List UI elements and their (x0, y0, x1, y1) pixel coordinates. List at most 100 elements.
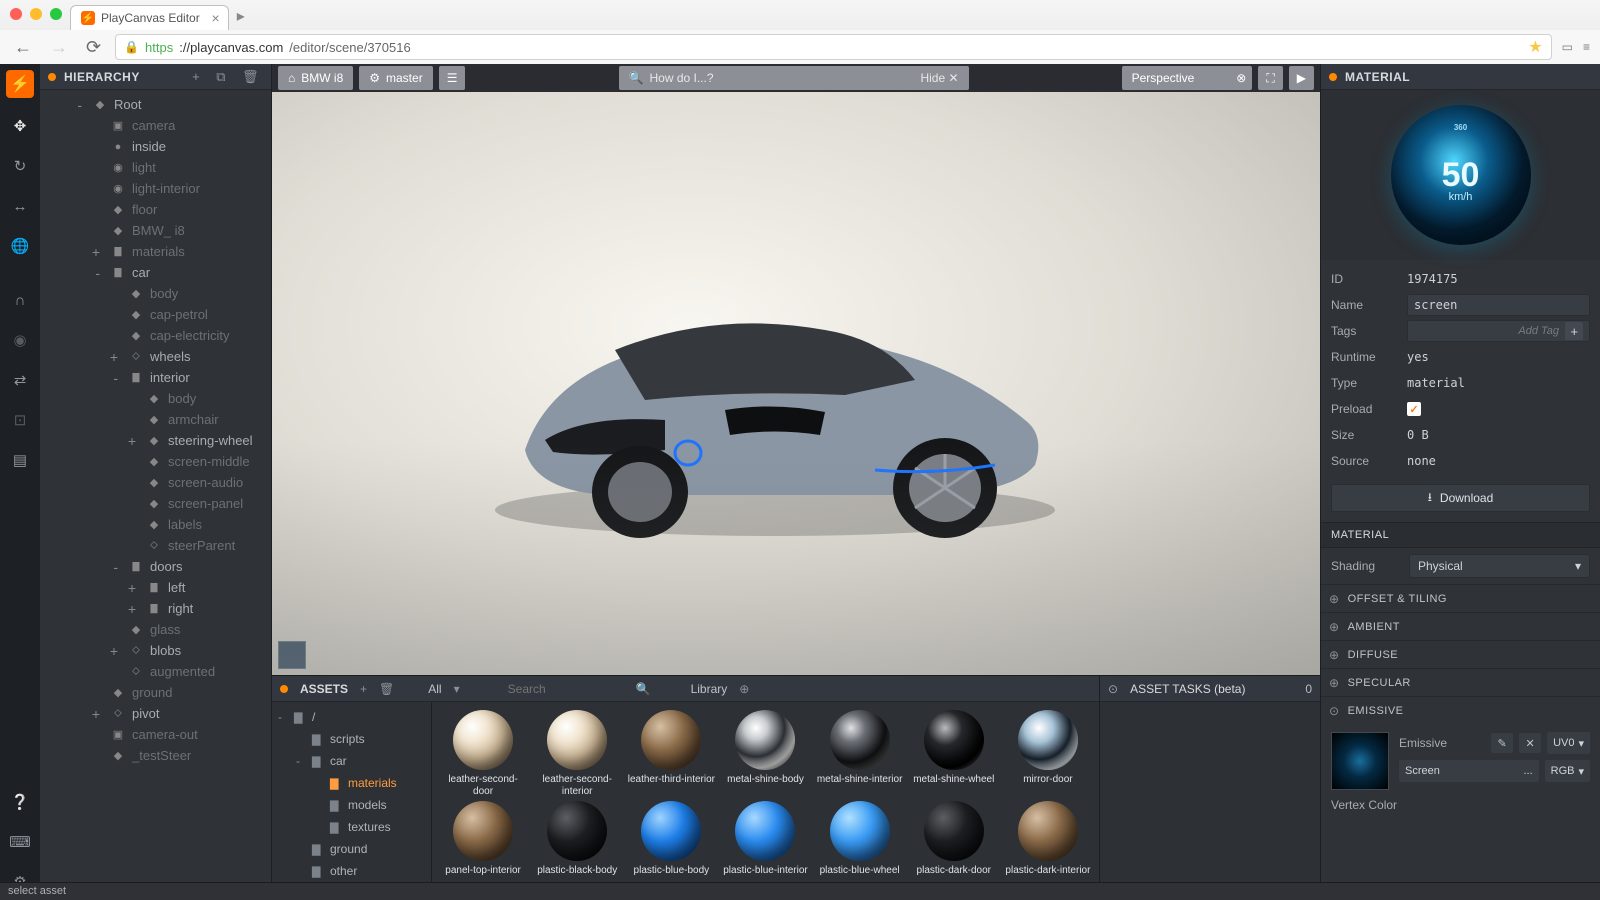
asset-folder[interactable]: ▇scripts (272, 728, 431, 750)
hierarchy-item[interactable]: +◆steering-wheel (40, 430, 271, 451)
asset-item[interactable]: mirror-door (1003, 710, 1093, 797)
preload-checkbox[interactable]: ✓ (1407, 402, 1421, 416)
hierarchy-item[interactable]: ●inside (40, 136, 271, 157)
page-icon[interactable]: ▭ (1562, 40, 1573, 54)
accordion-header[interactable]: ⊕AMBIENT (1321, 612, 1600, 640)
minimize-window-button[interactable] (30, 8, 42, 20)
project-breadcrumb[interactable]: ⌂ BMW i8 (278, 66, 353, 90)
hierarchy-item[interactable]: ◆cap-electricity (40, 325, 271, 346)
hierarchy-item[interactable]: -▇car (40, 262, 271, 283)
expand-toggle[interactable]: - (40, 370, 122, 386)
asset-item[interactable]: plastic-blue-interior (720, 801, 810, 877)
asset-folder[interactable]: ▇other (272, 860, 431, 882)
reload-button[interactable]: ⟳ (82, 37, 105, 58)
asset-item[interactable]: metal-shine-wheel (909, 710, 999, 797)
back-button[interactable]: ← (10, 37, 36, 58)
camera-close-icon[interactable]: ⊗ (1236, 71, 1246, 85)
bookmark-star-icon[interactable]: ★ (1528, 37, 1542, 57)
hierarchy-item[interactable]: -▇doors (40, 556, 271, 577)
expand-toggle[interactable]: - (40, 97, 86, 113)
hierarchy-item[interactable]: ◆armchair (40, 409, 271, 430)
expand-toggle[interactable]: + (40, 244, 104, 260)
accordion-header[interactable]: ⊙EMISSIVE (1321, 696, 1600, 724)
hierarchy-item[interactable]: ◆glass (40, 619, 271, 640)
accordion-header[interactable]: ⊕DIFFUSE (1321, 640, 1600, 668)
add-tag-button[interactable]: + (1565, 322, 1583, 340)
asset-folder[interactable]: ▇ground (272, 838, 431, 860)
delete-asset-button[interactable]: 🗑 (379, 682, 394, 696)
asset-item[interactable]: plastic-dark-door (909, 801, 999, 877)
asset-item[interactable]: plastic-dark-interior (1003, 801, 1093, 877)
visibility-tool-icon[interactable]: ◉ (2, 322, 38, 358)
download-button[interactable]: ⭳ Download (1331, 484, 1590, 512)
fullscreen-button[interactable]: ⛶ (1258, 66, 1282, 90)
add-entity-button[interactable]: + (188, 69, 204, 84)
bake-tool-icon[interactable]: ⊡ (2, 402, 38, 438)
hierarchy-tree[interactable]: -◆Root▣camera●inside◉light◉light-interio… (40, 90, 271, 900)
asset-item[interactable]: leather-second-door (438, 710, 528, 797)
hierarchy-item[interactable]: -▇interior (40, 367, 271, 388)
hierarchy-item[interactable]: ◆floor (40, 199, 271, 220)
hierarchy-item[interactable]: ◆body (40, 388, 271, 409)
delete-button[interactable]: 🗑 (238, 69, 263, 85)
viewport-3d[interactable] (272, 92, 1320, 675)
channel-select[interactable]: RGB▾ (1545, 760, 1590, 782)
asset-item[interactable]: plastic-blue-wheel (815, 801, 905, 877)
shading-select[interactable]: Physical ▾ (1409, 554, 1590, 578)
asset-item[interactable]: metal-shine-interior (815, 710, 905, 797)
emissive-texture-thumb[interactable] (1331, 732, 1389, 790)
hierarchy-item[interactable]: +▇materials (40, 241, 271, 262)
hierarchy-item[interactable]: ◆screen-audio (40, 472, 271, 493)
hierarchy-item[interactable]: ◆ground (40, 682, 271, 703)
add-asset-button[interactable]: + (360, 682, 367, 696)
hide-search-button[interactable]: Hide ✕ (920, 71, 958, 85)
hierarchy-item[interactable]: ◆screen-panel (40, 493, 271, 514)
expand-toggle[interactable]: + (40, 349, 122, 365)
playcanvas-logo[interactable]: ⚡ (6, 70, 34, 98)
maximize-window-button[interactable] (50, 8, 62, 20)
play-button[interactable]: ▶ (1289, 66, 1314, 90)
expand-toggle[interactable]: + (40, 433, 140, 449)
accordion-header[interactable]: ⊕OFFSET & TILING (1321, 584, 1600, 612)
hierarchy-item[interactable]: ◆body (40, 283, 271, 304)
hierarchy-item[interactable]: ◆screen-middle (40, 451, 271, 472)
expand-toggle[interactable]: - (278, 710, 288, 724)
browser-tab[interactable]: ⚡ PlayCanvas Editor × (70, 5, 229, 30)
asset-item[interactable]: leather-third-interior (626, 710, 716, 797)
menu-icon[interactable]: ≡ (1583, 40, 1590, 54)
expand-toggle[interactable]: - (40, 559, 122, 575)
snap-tool-icon[interactable]: ∩ (2, 282, 38, 318)
assets-folder-tree[interactable]: -▇/▇scripts-▇car▇materials▇models▇textur… (272, 702, 432, 900)
asset-item[interactable]: plastic-blue-body (626, 801, 716, 877)
asset-folder[interactable]: ▇materials (272, 772, 431, 794)
world-tool-icon[interactable]: 🌐 (2, 228, 38, 264)
forward-button[interactable]: → (46, 37, 72, 58)
hierarchy-item[interactable]: ◆labels (40, 514, 271, 535)
hierarchy-item[interactable]: ◉light (40, 157, 271, 178)
asset-item[interactable]: leather-second-interior (532, 710, 622, 797)
assets-grid[interactable]: leather-second-doorleather-second-interi… (432, 702, 1099, 900)
library-add-icon[interactable]: ⊕ (739, 682, 749, 696)
name-input[interactable] (1407, 294, 1590, 316)
rotate-tool-icon[interactable]: ↻ (2, 148, 38, 184)
close-window-button[interactable] (10, 8, 22, 20)
accordion-header[interactable]: ⊕SPECULAR (1321, 668, 1600, 696)
edit-texture-icon[interactable]: ✎ (1491, 733, 1513, 753)
asset-folder[interactable]: ▇models (272, 794, 431, 816)
hierarchy-item[interactable]: ◆cap-petrol (40, 304, 271, 325)
console-icon[interactable]: ⌨ (2, 824, 38, 860)
hierarchy-item[interactable]: +⬦blobs (40, 640, 271, 661)
hierarchy-item[interactable]: -◆Root (40, 94, 271, 115)
expand-toggle[interactable]: - (296, 754, 306, 768)
branch-breadcrumb[interactable]: ⚙ master (359, 66, 432, 90)
asset-folder[interactable]: ▇textures (272, 816, 431, 838)
remove-texture-icon[interactable]: ✕ (1519, 733, 1541, 753)
new-tab-button[interactable]: ▸ (229, 2, 253, 30)
assets-filter[interactable]: All (428, 682, 441, 696)
asset-item[interactable]: panel-top-interior (438, 801, 528, 877)
expand-toggle[interactable]: + (40, 706, 104, 722)
duplicate-button[interactable]: ⧉ (212, 69, 230, 85)
asset-folder[interactable]: -▇/ (272, 706, 431, 728)
camera-selector[interactable]: Perspective ⊗ (1122, 66, 1253, 90)
reparent-tool-icon[interactable]: ⇄ (2, 362, 38, 398)
